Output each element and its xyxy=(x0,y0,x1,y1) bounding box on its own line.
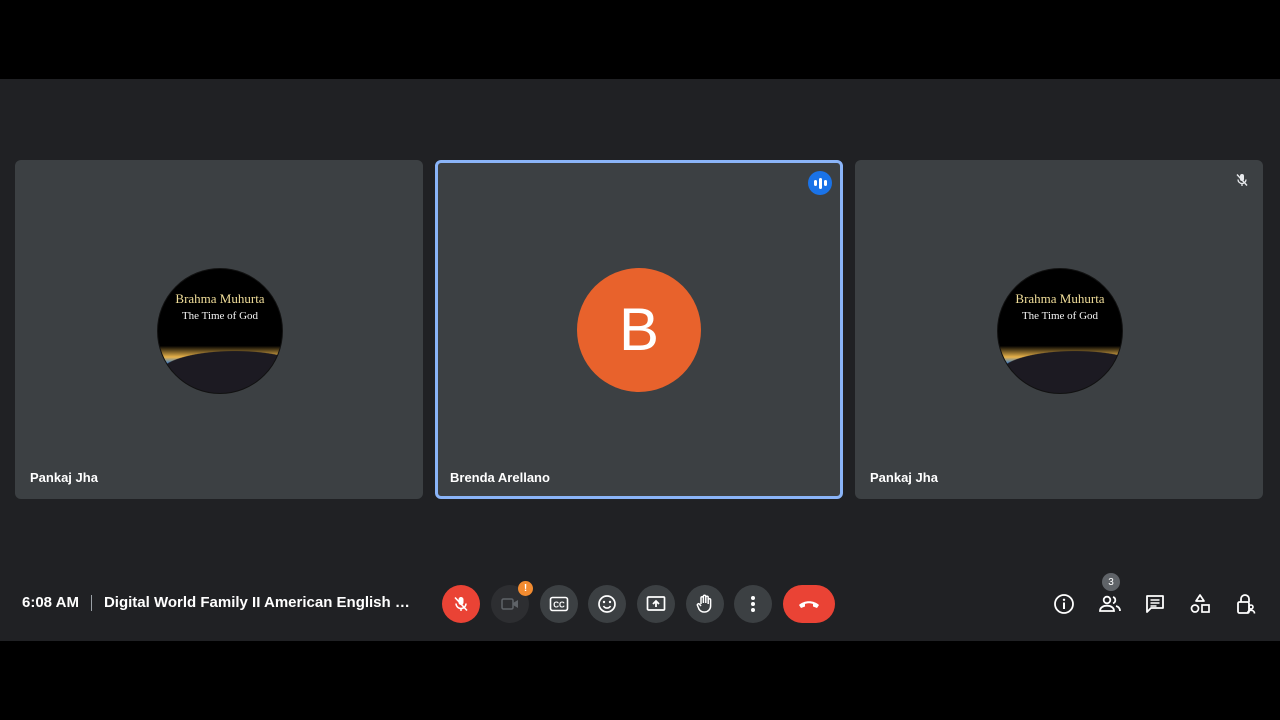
host-controls-button[interactable] xyxy=(1228,587,1262,621)
participant-tile[interactable]: Brahma Muhurta The Time of God Pankaj Jh… xyxy=(855,160,1263,499)
mic-off-icon xyxy=(454,596,468,612)
participant-count-badge: 3 xyxy=(1102,573,1120,591)
chat-button[interactable] xyxy=(1138,587,1172,621)
present-screen-button[interactable] xyxy=(637,585,675,623)
closed-captions-icon: CC xyxy=(549,596,569,612)
participant-tile-active[interactable]: B Brenda Arellano xyxy=(435,160,843,499)
present-screen-icon xyxy=(646,596,666,611)
leave-call-button[interactable] xyxy=(783,585,835,623)
hand-icon xyxy=(696,594,712,613)
more-options-button[interactable] xyxy=(734,585,772,623)
warning-badge: ! xyxy=(518,581,533,596)
avatar-initial: B xyxy=(618,296,660,363)
clock-time: 6:08 AM xyxy=(22,594,79,611)
chat-icon xyxy=(1146,595,1164,613)
activities-icon xyxy=(1190,594,1210,613)
speaking-indicator-icon xyxy=(808,171,832,195)
emoji-reactions-button[interactable] xyxy=(588,585,626,623)
divider xyxy=(90,594,92,611)
people-icon xyxy=(1099,595,1121,612)
captions-button[interactable]: CC xyxy=(540,585,578,623)
more-vert-icon xyxy=(751,596,755,612)
meeting-stage: Brahma Muhurta The Time of God Pankaj Jh… xyxy=(0,79,1280,641)
lock-person-icon xyxy=(1237,594,1256,614)
participant-avatar: Brahma Muhurta The Time of God xyxy=(157,267,283,394)
svg-text:CC: CC xyxy=(553,601,565,610)
mic-off-icon xyxy=(1235,173,1249,192)
toggle-camera-button[interactable]: ! xyxy=(491,581,533,623)
toggle-mic-button[interactable] xyxy=(442,585,480,623)
info-icon xyxy=(1054,594,1074,614)
avatar-logo-subtext: The Time of God xyxy=(1021,309,1099,322)
camera-off-icon xyxy=(501,598,518,610)
participant-avatar: B xyxy=(577,267,701,392)
participant-name: Pankaj Jha xyxy=(870,470,938,485)
activities-button[interactable] xyxy=(1183,587,1217,621)
people-button[interactable]: 3 xyxy=(1093,573,1127,621)
emoji-icon xyxy=(598,595,616,613)
participant-name: Brenda Arellano xyxy=(450,470,550,485)
participant-name: Pankaj Jha xyxy=(30,470,98,485)
participant-avatar: Brahma Muhurta The Time of God xyxy=(997,267,1123,394)
avatar-logo-text: Brahma Muhurta xyxy=(1015,290,1105,306)
raise-hand-button[interactable] xyxy=(686,585,724,623)
end-call-icon xyxy=(799,601,819,608)
meeting-details: 6:08 AM Digital World Family II American… xyxy=(22,594,416,611)
avatar-logo-subtext: The Time of God xyxy=(181,309,259,322)
participant-tile[interactable]: Brahma Muhurta The Time of God Pankaj Jh… xyxy=(15,160,423,499)
avatar-logo-text: Brahma Muhurta xyxy=(175,290,265,306)
meeting-title: Digital World Family II American English… xyxy=(103,594,416,611)
meeting-details-button[interactable] xyxy=(1047,587,1081,621)
